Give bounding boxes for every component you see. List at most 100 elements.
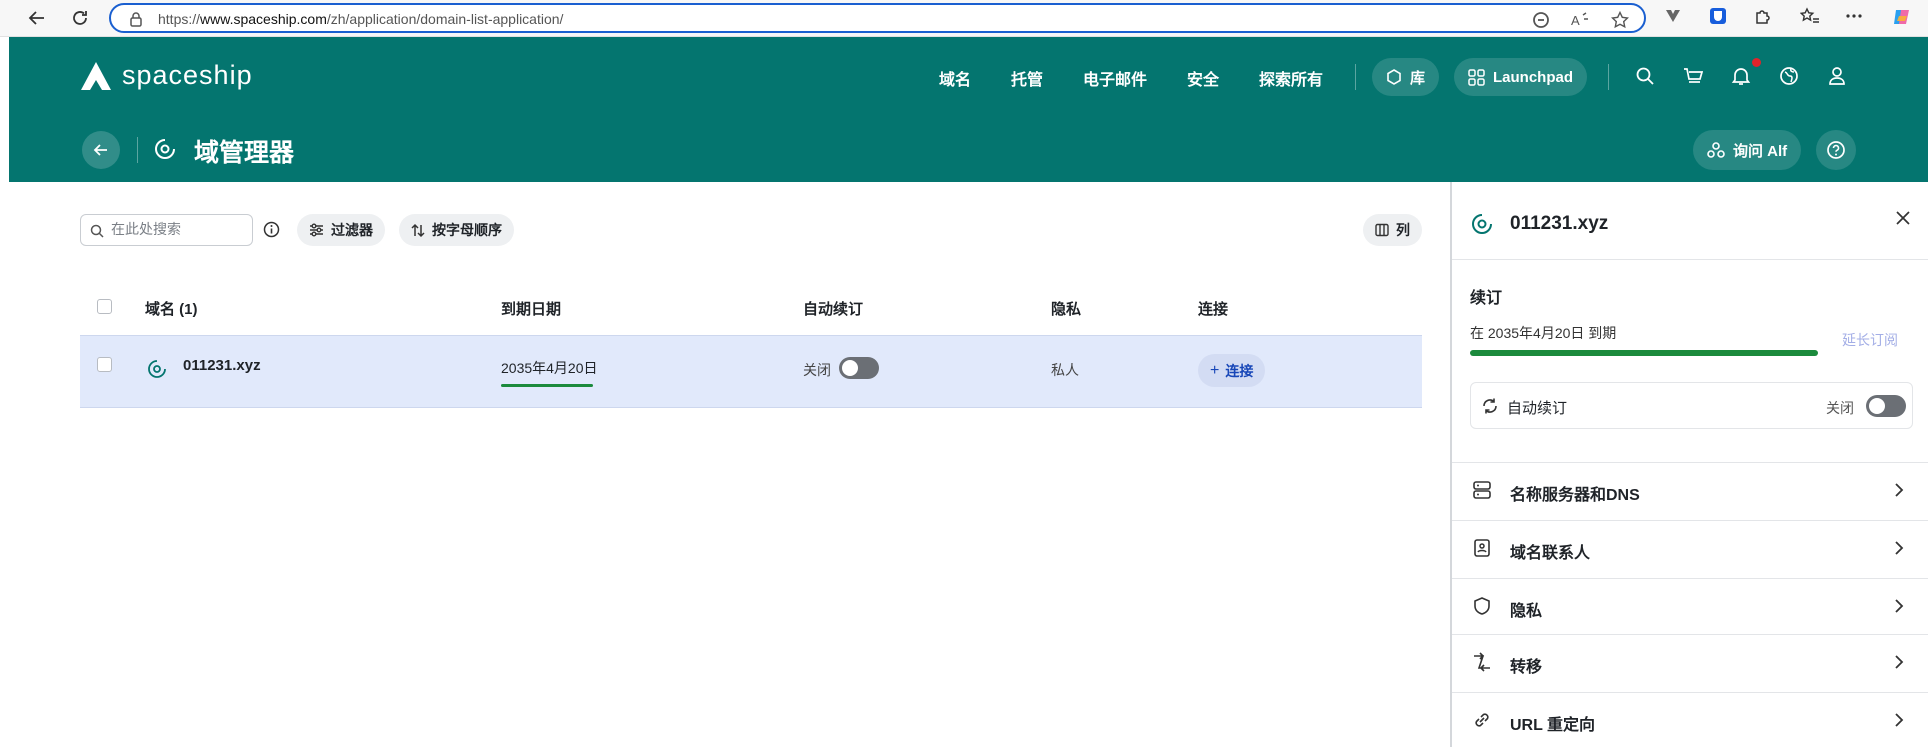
autorenew-state: 关闭	[803, 362, 831, 378]
launchpad-button[interactable]: Launchpad	[1454, 58, 1588, 96]
extension-bitwarden-icon[interactable]	[1709, 7, 1727, 30]
spaceship-logo[interactable]: spaceship	[80, 60, 253, 91]
panel-item-nameservers-dns[interactable]: 名称服务器和DNS	[1452, 463, 1928, 520]
panel-item-privacy[interactable]: 隐私	[1452, 579, 1928, 636]
autorenew-state: 关闭	[1826, 400, 1854, 416]
sort-label: 按字母顺序	[432, 222, 502, 238]
connect-button[interactable]: + 连接	[1198, 354, 1266, 387]
shield-icon	[1472, 596, 1492, 621]
nav-security[interactable]: 安全	[1187, 66, 1219, 90]
column-header-connect: 连接	[1198, 301, 1229, 318]
help-button[interactable]	[1816, 130, 1856, 170]
search-icon	[90, 224, 104, 238]
sort-button[interactable]: 按字母顺序	[399, 214, 514, 246]
search-box	[80, 214, 253, 246]
renewal-heading: 续订	[1470, 290, 1503, 307]
link-icon	[1472, 710, 1492, 735]
server-icon	[1472, 480, 1492, 505]
chevron-right-icon	[1894, 654, 1904, 675]
logo-text: spaceship	[122, 60, 253, 90]
nav-explore-all[interactable]: 探索所有	[1259, 66, 1323, 90]
expiry-date: 2035年4月20日	[501, 360, 598, 376]
info-icon[interactable]	[263, 221, 280, 243]
contact-book-icon	[1472, 538, 1492, 563]
filter-button[interactable]: 过滤器	[297, 214, 385, 246]
divider	[1452, 259, 1928, 260]
panel-item-label: URL 重定向	[1510, 717, 1596, 734]
panel-item-url-redirect[interactable]: URL 重定向	[1452, 693, 1928, 747]
more-menu-icon[interactable]	[1845, 7, 1863, 30]
connect-label: 连接	[1225, 362, 1254, 379]
notifications-bell-icon[interactable]	[1731, 66, 1751, 91]
address-bar[interactable]: https://www.spaceship.com/zh/application…	[109, 3, 1646, 33]
plus-icon: +	[1210, 361, 1220, 379]
extension-v-icon[interactable]	[1664, 7, 1682, 30]
search-input[interactable]	[111, 221, 246, 237]
renewal-progress-bar	[1470, 350, 1818, 356]
column-header-autorenew: 自动续订	[803, 301, 864, 318]
chevron-right-icon	[1894, 482, 1904, 503]
extensions-puzzle-icon[interactable]	[1754, 7, 1772, 30]
domain-manager-icon	[154, 138, 176, 165]
svg-text:A: A	[1571, 13, 1580, 28]
nav-divider	[1355, 64, 1356, 90]
close-icon[interactable]	[1895, 210, 1911, 231]
panel-item-domain-contacts[interactable]: 域名联系人	[1452, 521, 1928, 578]
cart-icon[interactable]	[1683, 66, 1704, 91]
row-checkbox[interactable]	[97, 357, 112, 372]
column-header-domain[interactable]: 域名 (1)	[145, 298, 198, 319]
translate-icon[interactable]	[1532, 11, 1550, 34]
browser-back-icon[interactable]	[23, 5, 51, 31]
nav-email[interactable]: 电子邮件	[1083, 66, 1147, 90]
spaceship-logo-icon	[81, 61, 111, 90]
chevron-right-icon	[1894, 598, 1904, 619]
help-icon	[1827, 141, 1845, 159]
favorites-list-icon[interactable]	[1799, 7, 1820, 30]
sync-icon	[1481, 397, 1499, 420]
language-globe-icon[interactable]	[1779, 66, 1799, 91]
ask-alf-button[interactable]: 询问 Alf	[1693, 130, 1802, 170]
autorenew-toggle[interactable]	[1866, 395, 1906, 417]
select-all-checkbox[interactable]	[97, 299, 112, 314]
transfer-icon	[1472, 652, 1492, 677]
url-text: https://www.spaceship.com/zh/application…	[158, 11, 564, 27]
user-account-icon[interactable]	[1827, 66, 1847, 91]
column-header-expiry[interactable]: 到期日期	[501, 298, 561, 319]
column-header-privacy: 隐私	[1051, 301, 1082, 318]
extend-subscription-link[interactable]: 延长订阅	[1842, 330, 1898, 350]
expiry-progress-bar	[501, 384, 593, 387]
chevron-right-icon	[1894, 540, 1904, 561]
alf-icon	[1707, 142, 1725, 158]
filter-label: 过滤器	[331, 222, 373, 238]
autorenew-toggle[interactable]	[839, 357, 879, 379]
browser-toolbar: https://www.spaceship.com/zh/application…	[0, 0, 1928, 37]
autorenew-label: 自动续订	[1507, 400, 1568, 417]
search-icon[interactable]	[1635, 66, 1655, 91]
autorenew-box: 自动续订 关闭	[1470, 382, 1913, 429]
panel-item-transfer[interactable]: 转移	[1452, 635, 1928, 692]
nav-domains[interactable]: 域名	[939, 66, 971, 90]
notification-dot	[1752, 58, 1761, 67]
domain-status-icon	[147, 359, 167, 384]
library-button[interactable]: 库	[1372, 58, 1440, 96]
domain-status-icon	[1471, 213, 1493, 240]
columns-button[interactable]: 列	[1363, 214, 1422, 246]
panel-item-label: 转移	[1510, 659, 1543, 676]
back-button[interactable]	[82, 131, 120, 169]
privacy-value: 私人	[1051, 362, 1079, 378]
read-aloud-icon[interactable]: A	[1571, 11, 1591, 34]
nav-hosting[interactable]: 托管	[1011, 66, 1043, 90]
grid-icon	[1468, 68, 1485, 86]
title-divider	[137, 137, 138, 163]
expiry-text: 在 2035年4月20日 到期	[1470, 325, 1617, 341]
browser-refresh-icon[interactable]	[66, 5, 94, 31]
library-label: 库	[1410, 69, 1426, 87]
domain-detail-panel: 011231.xyz 续订 在 2035年4月20日 到期 延长订阅 自动续订 …	[1450, 182, 1928, 747]
favorite-star-icon[interactable]	[1610, 10, 1630, 34]
sort-arrows-icon	[411, 223, 425, 237]
domain-name-link[interactable]: 011231.xyz	[183, 357, 261, 374]
panel-item-label: 域名联系人	[1510, 545, 1591, 562]
panel-domain-title: 011231.xyz	[1510, 213, 1609, 234]
copilot-icon[interactable]	[1892, 7, 1912, 32]
nav-divider	[1608, 64, 1609, 90]
